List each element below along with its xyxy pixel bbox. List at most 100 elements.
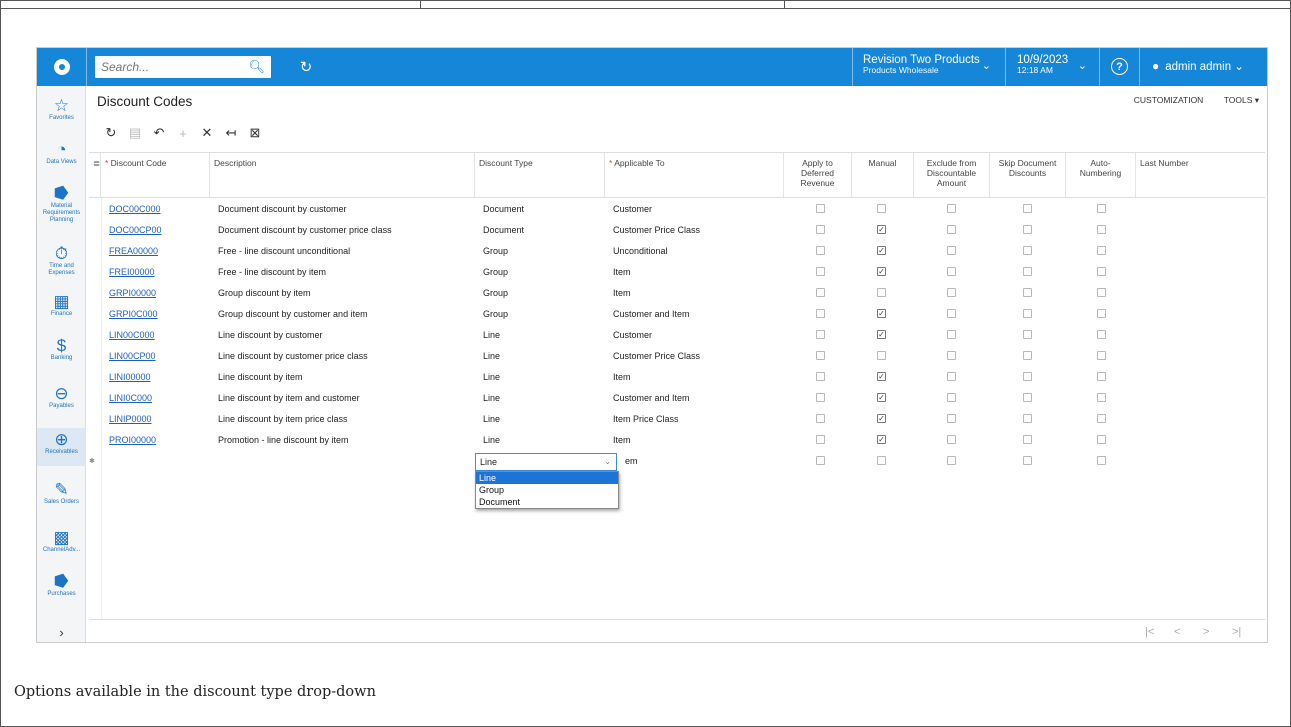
cell-description[interactable]: Line discount by customer [214, 325, 474, 346]
nav-item-10[interactable]: ▩ ChannelAdv... [37, 526, 86, 560]
checkbox-deferred-revenue[interactable] [816, 414, 825, 423]
checkbox-auto-numbering[interactable] [1097, 309, 1106, 318]
checkbox-exclude[interactable] [947, 456, 956, 465]
checkbox-manual[interactable] [877, 456, 886, 465]
table-row[interactable]: GRPI0C000 Group discount by customer and … [89, 304, 1265, 325]
cell-description[interactable]: Line discount by item [214, 367, 474, 388]
checkbox-exclude[interactable] [947, 351, 956, 360]
cell-applicable-to[interactable]: Item [609, 283, 784, 304]
checkbox-skip-document[interactable] [1023, 351, 1032, 360]
checkbox-deferred-revenue[interactable] [816, 330, 825, 339]
cell-discount-code[interactable]: FREI00000 [105, 262, 210, 283]
history-icon[interactable]: ↻ [295, 56, 317, 78]
table-row[interactable]: LIN00CP00 Line discount by customer price… [89, 346, 1265, 367]
checkbox-deferred-revenue[interactable] [816, 204, 825, 213]
cell-discount-code[interactable]: DOC00C000 [105, 199, 210, 220]
checkbox-exclude[interactable] [947, 435, 956, 444]
checkbox-manual[interactable]: ✓ [877, 267, 886, 276]
option-group[interactable]: Group [476, 484, 618, 496]
acumatica-logo[interactable] [37, 48, 86, 86]
checkbox-auto-numbering[interactable] [1097, 246, 1106, 255]
cell-description[interactable]: Group discount by customer and item [214, 304, 474, 325]
table-row[interactable]: FREI00000 Free - line discount by item Gro… [89, 262, 1265, 283]
checkbox-exclude[interactable] [947, 372, 956, 381]
header-exclude[interactable]: Exclude from Discountable Amount [914, 153, 990, 198]
cell-applicable-to[interactable]: Customer and Item [609, 388, 784, 409]
checkbox-manual[interactable]: ✓ [877, 372, 886, 381]
nav-item-11[interactable]: ⭓ Purchases [37, 570, 86, 604]
refresh-icon[interactable]: ↻ [99, 125, 123, 141]
checkbox-auto-numbering[interactable] [1097, 225, 1106, 234]
nav-item-2[interactable]: ◔ Data Views [37, 138, 86, 172]
checkbox-deferred-revenue[interactable] [816, 393, 825, 402]
add-row-icon[interactable]: + [171, 126, 195, 141]
discount-type-select[interactable]: Line ⌄ [475, 453, 617, 471]
expand-nav-icon[interactable]: › [37, 625, 86, 640]
checkbox-skip-document[interactable] [1023, 309, 1032, 318]
checkbox-deferred-revenue[interactable] [816, 309, 825, 318]
checkbox-auto-numbering[interactable] [1097, 330, 1106, 339]
table-row[interactable]: DOC00CP00 Document discount by customer p… [89, 220, 1265, 241]
column-settings-icon[interactable]: ≣ [89, 153, 101, 198]
discount-code-link[interactable]: DOC00C000 [109, 204, 161, 214]
last-page-icon[interactable]: >| [1232, 626, 1241, 638]
checkbox-auto-numbering[interactable] [1097, 435, 1106, 444]
checkbox-exclude[interactable] [947, 246, 956, 255]
cell-discount-type[interactable]: Line [479, 346, 604, 367]
checkbox-skip-document[interactable] [1023, 267, 1032, 276]
cell-applicable-to[interactable]: Unconditional [609, 241, 784, 262]
header-auto-numbering[interactable]: Auto-Numbering [1066, 153, 1136, 198]
checkbox-skip-document[interactable] [1023, 435, 1032, 444]
nav-item-7[interactable]: ⊖ Payables [37, 382, 86, 416]
tools-menu[interactable]: TOOLS ▾ [1224, 95, 1259, 105]
checkbox-skip-document[interactable] [1023, 246, 1032, 255]
discount-code-link[interactable]: LIN00C000 [109, 330, 155, 340]
cell-discount-type[interactable]: Line [479, 430, 604, 451]
cell-description[interactable]: Promotion - line discount by item [214, 430, 474, 451]
checkbox-deferred-revenue[interactable] [816, 288, 825, 297]
help-icon[interactable]: ? [1111, 58, 1128, 75]
discount-code-link[interactable]: LINIP0000 [109, 414, 152, 424]
export-excel-icon[interactable]: ⊠ [243, 125, 267, 141]
branch-selector[interactable]: Revision Two Products Products Wholesale… [863, 54, 993, 75]
nav-item-3[interactable]: ⭓ Material Requirements Planning [37, 182, 86, 224]
cell-applicable-to[interactable]: Customer [609, 199, 784, 220]
user-menu[interactable]: ● admin admin ⌄ [1152, 59, 1267, 73]
checkbox-exclude[interactable] [947, 330, 956, 339]
discount-code-link[interactable]: GRPI0C000 [109, 309, 158, 319]
nav-item-9[interactable]: ✎ Sales Orders [37, 478, 86, 512]
checkbox-manual[interactable]: ✓ [877, 435, 886, 444]
search-icon[interactable]: 🔍︎ [248, 59, 265, 75]
cell-description[interactable]: Line discount by item and customer [214, 388, 474, 409]
checkbox-auto-numbering[interactable] [1097, 288, 1106, 297]
cell-discount-code[interactable]: GRPI00000 [105, 283, 210, 304]
checkbox-exclude[interactable] [947, 267, 956, 276]
header-deferred-revenue[interactable]: Apply to Deferred Revenue [784, 153, 852, 198]
table-row[interactable]: GRPI00000 Group discount by item Group Item [89, 283, 1265, 304]
cell-discount-code[interactable]: LINIP0000 [105, 409, 210, 430]
header-description[interactable]: Description [210, 153, 475, 198]
cell-applicable-to[interactable]: Item [609, 262, 784, 283]
cell-description[interactable]: Document discount by customer price clas… [214, 220, 474, 241]
checkbox-exclude[interactable] [947, 414, 956, 423]
cell-discount-code[interactable]: DOC00CP00 [105, 220, 210, 241]
nav-item-1[interactable]: ☆ Favorites [37, 94, 86, 128]
table-row[interactable]: LIN00C000 Line discount by customer Line Cu… [89, 325, 1265, 346]
checkbox-auto-numbering[interactable] [1097, 456, 1106, 465]
cell-applicable-to[interactable]: Customer Price Class [609, 346, 784, 367]
checkbox-manual[interactable]: ✓ [877, 393, 886, 402]
checkbox-manual[interactable]: ✓ [877, 414, 886, 423]
discount-code-link[interactable]: LIN00CP00 [109, 351, 156, 361]
checkbox-skip-document[interactable] [1023, 204, 1032, 213]
cell-applicable-to[interactable]: Customer and Item [609, 304, 784, 325]
checkbox-skip-document[interactable] [1023, 456, 1032, 465]
checkbox-auto-numbering[interactable] [1097, 267, 1106, 276]
checkbox-auto-numbering[interactable] [1097, 351, 1106, 360]
cell-discount-code[interactable]: LINI0C000 [105, 388, 210, 409]
nav-item-6[interactable]: $ Banking [37, 334, 86, 368]
cell-discount-code[interactable]: LIN00CP00 [105, 346, 210, 367]
cell-discount-code[interactable]: LIN00C000 [105, 325, 210, 346]
customization-link[interactable]: CUSTOMIZATION [1134, 95, 1204, 105]
discount-code-link[interactable]: PROI00000 [109, 435, 156, 445]
date-selector[interactable]: 10/9/2023 12:18 AM ⌄ [1017, 54, 1087, 75]
